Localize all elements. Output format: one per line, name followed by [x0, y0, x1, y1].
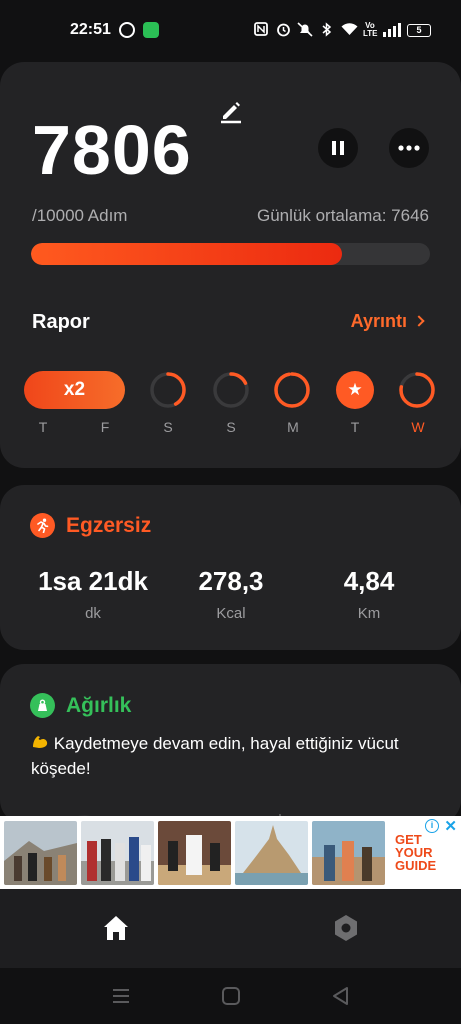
back-icon[interactable] — [330, 986, 352, 1006]
ad-copy[interactable]: GET YOUR GUIDE — [395, 833, 436, 872]
pause-button[interactable] — [318, 128, 358, 168]
day-label: M — [287, 419, 299, 435]
menu-icon[interactable] — [110, 986, 132, 1006]
more-icon — [398, 145, 420, 151]
daily-average: Günlük ortalama: 7646 — [257, 206, 429, 225]
report-details-label: Ayrıntı — [350, 311, 407, 331]
distance-value: 4,84 — [343, 566, 395, 596]
report-details-link[interactable]: Ayrıntı — [350, 311, 425, 332]
day-label: F — [100, 419, 110, 435]
app-notification-icon — [142, 22, 159, 38]
ad-image-2[interactable] — [81, 820, 154, 885]
day-label: T — [350, 419, 360, 435]
day-label: S — [163, 419, 173, 435]
signal-icon — [383, 23, 401, 37]
exercise-header: Egzersiz — [30, 513, 151, 538]
home-icon[interactable] — [101, 913, 131, 943]
mute-icon — [297, 22, 313, 38]
steps-card[interactable]: 7806 /10000 Adım Günlük ortalama: 7646 R… — [0, 62, 461, 468]
weight-title: Ağırlık — [66, 693, 132, 717]
streak-pill[interactable]: x2 — [24, 371, 125, 409]
battery-icon: 5 — [407, 23, 431, 37]
ad-banner[interactable]: GET YOUR GUIDE i ✕ — [0, 816, 461, 889]
chevron-right-icon — [413, 315, 425, 327]
day-ring-wed[interactable] — [398, 371, 436, 409]
step-goal: /10000 Adım — [32, 206, 128, 225]
step-progress-fill — [31, 243, 343, 265]
day-ring-mon[interactable] — [273, 371, 311, 409]
ad-image-3[interactable] — [158, 820, 231, 885]
day-label-today: W — [411, 419, 425, 435]
bottom-navigation — [0, 889, 461, 968]
distance-metric: 4,84 Km — [304, 566, 434, 622]
duration-metric: 1sa 21dk dk — [28, 566, 158, 622]
flexed-biceps-icon — [33, 736, 48, 748]
day-ring-sat[interactable] — [149, 371, 187, 409]
day-ring-sun[interactable] — [212, 371, 250, 409]
day-label: T — [38, 419, 48, 435]
more-options-button[interactable] — [389, 128, 429, 168]
ad-image-4[interactable] — [235, 820, 308, 885]
nfc-icon — [253, 22, 269, 38]
bluetooth-icon — [319, 22, 335, 38]
pause-icon — [332, 141, 336, 155]
exercise-card[interactable]: Egzersiz 1sa 21dk dk 278,3 Kcal 4,84 Km — [0, 485, 461, 650]
duration-unit: dk — [85, 605, 101, 622]
day-label: S — [226, 419, 236, 435]
ad-info-icon[interactable]: i — [425, 819, 439, 833]
settings-icon[interactable] — [331, 913, 361, 943]
volte-icon: Vo LTE — [363, 21, 378, 38]
edit-icon[interactable] — [218, 98, 244, 124]
ad-image-5[interactable] — [312, 820, 385, 885]
day-star-badge[interactable]: ★ — [336, 371, 374, 409]
step-progress-bar — [31, 243, 430, 265]
status-time: 22:51 — [70, 21, 111, 38]
weight-message-text: Kaydetmeye devam edin, hayal ettiğiniz v… — [31, 734, 399, 778]
running-icon — [30, 513, 55, 538]
ad-image-1[interactable] — [4, 820, 77, 885]
exercise-title: Egzersiz — [66, 513, 152, 537]
star-icon: ★ — [347, 380, 363, 399]
report-title: Rapor — [32, 311, 90, 333]
weight-header: Ağırlık — [30, 693, 131, 718]
whatsapp-icon — [118, 22, 135, 38]
weight-message: Kaydetmeye devam edin, hayal ettiğiniz v… — [31, 731, 431, 781]
calories-value: 278,3 — [198, 566, 264, 596]
ad-copy-line: GUIDE — [395, 858, 437, 873]
weight-icon — [30, 693, 55, 718]
weight-card[interactable]: Ağırlık Kaydetmeye devam edin, hayal ett… — [0, 664, 461, 824]
calories-unit: Kcal — [216, 605, 246, 622]
home-button-icon[interactable] — [220, 986, 242, 1006]
distance-unit: Km — [357, 605, 381, 622]
system-navigation — [0, 968, 461, 1024]
ad-close-icon[interactable]: ✕ — [444, 817, 457, 835]
duration-value: 1sa 21dk — [38, 566, 148, 596]
calories-metric: 278,3 Kcal — [166, 566, 296, 622]
wifi-icon — [341, 22, 358, 38]
step-count: 7806 — [32, 111, 192, 189]
status-bar: 22:51 Vo LTE 5 — [0, 0, 461, 60]
day-ring-progress — [274, 372, 310, 408]
alarm-icon — [275, 22, 291, 38]
